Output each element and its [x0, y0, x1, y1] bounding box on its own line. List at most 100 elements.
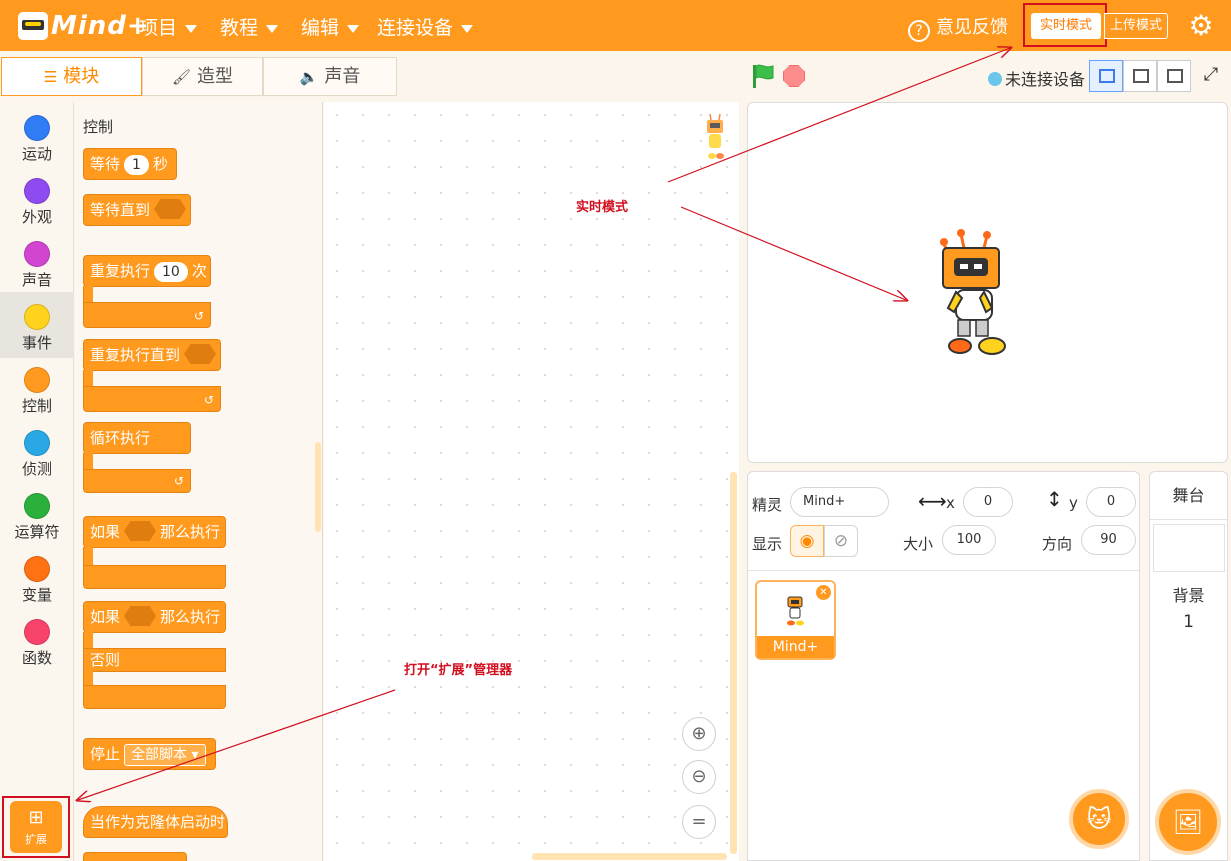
direction-input[interactable]: 90 [1081, 525, 1136, 555]
block-number-input[interactable]: 1 [124, 155, 149, 175]
upload-mode-button[interactable]: 上传模式 [1104, 13, 1168, 39]
backdrop-label: 背景 [1172, 586, 1205, 605]
block-repeat-until[interactable]: 重复执行直到 [83, 339, 221, 371]
category-operators[interactable]: 运算符 [0, 484, 74, 547]
realtime-mode-button[interactable]: 实时模式 [1031, 13, 1101, 39]
tab-blocks[interactable]: ☰ 模块 [1, 57, 142, 96]
delete-sprite-icon[interactable]: ✕ [816, 585, 831, 600]
green-flag-icon[interactable] [751, 63, 775, 89]
block-arm: ↺ [83, 302, 211, 328]
layout-normal-icon [1133, 69, 1149, 83]
stop-icon[interactable] [783, 65, 805, 87]
backdrop-count: 1 [1183, 612, 1194, 632]
normal-stage-button[interactable] [1123, 60, 1157, 92]
annotation-extension-label: 打开“扩展”管理器 [404, 663, 513, 678]
block-forever[interactable]: 循环执行 [83, 422, 191, 454]
category-menu: 运动 外观 声音 事件 控制 侦测 运算符 变量 函数 [0, 102, 74, 861]
stage-thumbnail[interactable] [1153, 524, 1225, 572]
block-if-else[interactable]: 如果 那么执行 [83, 601, 226, 633]
block-arm [83, 632, 93, 648]
category-sound[interactable]: 声音 [0, 232, 74, 295]
chevron-down-icon [266, 24, 279, 33]
y-label: y [1069, 494, 1078, 512]
app-logo[interactable]: Mind+ [18, 8, 149, 44]
tab-sounds-label: 声音 [324, 66, 361, 87]
category-functions[interactable]: 函数 [0, 610, 74, 673]
block-wait-until[interactable]: 等待直到 [83, 194, 191, 226]
block-when-clone-start[interactable]: 当作为克隆体启动时 [83, 806, 228, 838]
palette-scrollbar[interactable] [315, 442, 321, 532]
tab-sounds[interactable]: 🔈 声音 [263, 57, 397, 96]
block-arm [83, 547, 93, 565]
boolean-slot [124, 606, 157, 626]
script-horizontal-scrollbar[interactable] [532, 853, 727, 860]
menu-project[interactable]: 项目 [139, 13, 198, 40]
cat-plus-icon: 🐱 [1086, 805, 1112, 833]
category-control[interactable]: 控制 [0, 358, 74, 421]
category-motion[interactable]: 运动 [0, 106, 74, 169]
connection-status-label: 未连接设备 [1005, 70, 1086, 89]
hide-stage-button[interactable] [1157, 60, 1191, 92]
block-text: 循环执行 [90, 429, 151, 447]
hide-sprite-icon[interactable]: ⊘ [824, 525, 858, 557]
block-arm [83, 286, 93, 302]
add-backdrop-button[interactable]: 🖼 [1155, 789, 1221, 855]
small-stage-button[interactable] [1089, 60, 1123, 92]
category-events[interactable]: 事件 [0, 292, 74, 358]
blocks-icon: ☰ [43, 68, 58, 86]
x-input[interactable]: 0 [963, 487, 1013, 517]
gear-icon[interactable]: ⚙ [1186, 11, 1216, 41]
zoom-reset-button[interactable]: = [682, 805, 716, 839]
block-text: 那么执行 [160, 608, 221, 626]
block-wait[interactable]: 等待 1 秒 [83, 148, 177, 180]
block-if-then[interactable]: 如果 那么执行 [83, 516, 226, 548]
block-arm: ↺ [83, 386, 221, 412]
sprite-thumbnail[interactable]: ✕ Mind+ [755, 580, 836, 660]
category-label: 事件 [21, 334, 52, 352]
y-input[interactable]: 0 [1086, 487, 1136, 517]
brush-icon: 🖌 [171, 68, 192, 86]
connection-status: 未连接设备 [988, 66, 1085, 90]
script-area[interactable]: ⊕ ⊖ = [324, 102, 739, 861]
script-vertical-scrollbar[interactable] [730, 472, 737, 854]
block-stop[interactable]: 停止 全部脚本 ▾ [83, 738, 216, 770]
tab-blocks-label: 模块 [63, 66, 100, 87]
category-sensing[interactable]: 侦测 [0, 421, 74, 484]
question-icon: ? [908, 20, 930, 42]
size-input[interactable]: 100 [942, 525, 996, 555]
menu-tutorial[interactable]: 教程 [220, 13, 279, 40]
menu-connect-device[interactable]: 连接设备 [377, 13, 474, 40]
block-text: 否则 [90, 651, 121, 669]
zoom-in-icon[interactable]: ⊕ [682, 717, 716, 751]
add-sprite-button[interactable]: 🐱 [1069, 789, 1129, 849]
extension-button[interactable]: ⊞ 扩展 [10, 801, 62, 853]
category-label: 运算符 [14, 523, 60, 541]
block-number-input[interactable]: 10 [154, 262, 188, 282]
status-dot-icon [988, 72, 1002, 86]
fullscreen-icon[interactable]: ⤢ [1194, 60, 1228, 92]
size-label: 大小 [903, 535, 934, 553]
sprite-name-input[interactable]: Mind+ [790, 487, 889, 517]
annotation-realtime-label: 实时模式 [576, 200, 629, 215]
category-label: 函数 [21, 649, 52, 667]
robot-logo-icon [18, 12, 48, 40]
tab-costumes[interactable]: 🖌 造型 [142, 57, 263, 96]
chevron-down-icon [185, 24, 198, 33]
category-label: 运动 [21, 145, 52, 163]
stage-panel-title: 舞台 [1150, 472, 1227, 520]
block-text: 重复执行直到 [90, 346, 181, 364]
show-sprite-icon[interactable]: ◉ [790, 525, 824, 557]
block-palette: 控制 等待 1 秒 等待直到 重复执行 10 次 ↺ 重复执行直到 ↺ 循环执行 ↺ 如… [75, 102, 323, 861]
mind-plus-sprite[interactable] [940, 226, 1010, 360]
stop-option-dropdown[interactable]: 全部脚本 ▾ [124, 744, 206, 766]
menu-edit[interactable]: 编辑 [301, 13, 360, 40]
category-variables[interactable]: 变量 [0, 547, 74, 610]
zoom-out-icon[interactable]: ⊖ [682, 760, 716, 794]
feedback-button[interactable]: ? 意见反馈 [908, 13, 1008, 42]
category-looks[interactable]: 外观 [0, 169, 74, 232]
sprite-thumb-icon [787, 596, 804, 626]
category-dot-icon [24, 619, 50, 645]
feedback-label: 意见反馈 [936, 17, 1008, 38]
block-repeat[interactable]: 重复执行 10 次 [83, 255, 211, 287]
category-dot-icon [24, 493, 50, 519]
